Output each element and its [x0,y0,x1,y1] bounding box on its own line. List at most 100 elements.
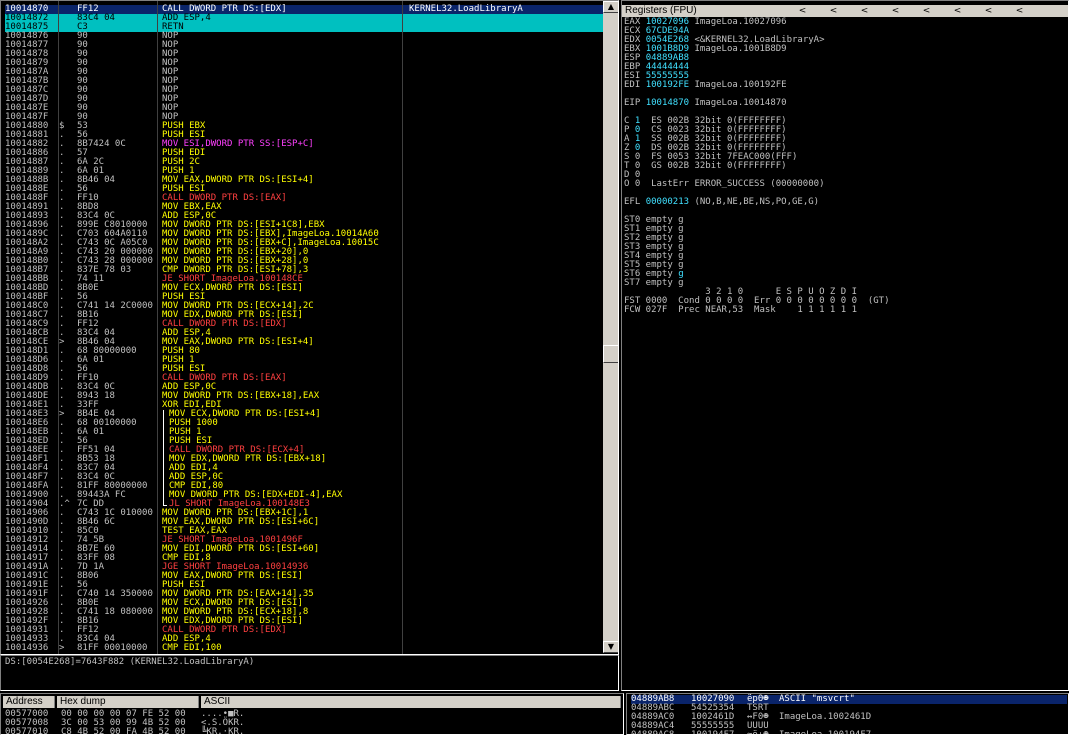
disasm-row[interactable]: 1001487C 90 NOP [5,86,603,95]
register-label: EDI [624,80,646,90]
stack-pane[interactable]: 04889AB8 10027090 ëpΘ☻ ASCII "msvcrt" 04889A… [626,693,1069,735]
stack-address: 04889AC8 [631,730,675,735]
register-line[interactable]: ST0 empty g [624,216,1064,225]
disasm-command: CMP EDI,100 [162,643,222,653]
loop-bracket [163,464,167,473]
disasm-address: 10014936 [5,643,49,653]
loop-bracket [163,437,167,446]
dump-header-address[interactable]: Address [3,696,55,708]
dump-listing[interactable]: 00577000 00 00 00 00 07 FE 52 00 ....•■R. 0… [5,710,605,735]
register-line[interactable]: ST2 empty g [624,234,1064,243]
register-value[interactable]: 00000213 [646,197,689,207]
dump-pane[interactable]: Address Hex dump ASCII 00577000 00 00 00 … [0,693,624,735]
scroll-thumb[interactable] [603,345,618,363]
register-line[interactable]: ST3 empty g [624,243,1064,252]
register-line[interactable]: O 0 LastErr ERROR_SUCCESS (00000000) [624,180,1064,189]
registers-pane[interactable]: Registers (FPU) < < < < < < < < EAX 10027096 Im… [621,0,1069,691]
register-comment: ImageLoa.10014870 [689,98,787,108]
register-comment: ImageLoa.10027096 [689,17,787,27]
dump-header-ascii[interactable]: ASCII [201,696,621,708]
register-nav-button[interactable]: < [852,6,877,17]
register-label: O 0 LastErr ERROR_SUCCESS (00000000) [624,179,825,189]
dump-address: 00577010 [5,727,49,735]
disasm-row[interactable]: 10014872 83C4 04 ADD ESP,4 [5,14,603,23]
loop-bracket [163,491,167,500]
info-line: DS:[0054E268]=7643F882 (KERNEL32.LoadLib… [5,657,255,667]
register-comment: (NO,B,NE,BE,NS,PO,GE,G) [689,197,820,207]
stack-comment: ImageLoa.100194F7 [779,730,872,735]
register-line[interactable]: ST5 empty g [624,261,1064,270]
register-nav-button[interactable]: < [883,6,908,17]
stack-ascii: ≈ö↓☻ [747,730,769,735]
disasm-scrollbar[interactable]: ▲ ▼ [603,1,618,653]
loop-bracket [163,482,167,491]
register-line[interactable]: ST6 empty g [624,270,1064,279]
disasm-row[interactable]: 1001491C. 8B06 MOV EAX,DWORD PTR DS:[ESI] [5,572,603,581]
register-value[interactable]: 100192FE [646,80,689,90]
disasm-row[interactable]: 1001487F 90 NOP [5,113,603,122]
disasm-row[interactable]: 10014936 >81FF 00010000 CMP EDI,100 [5,644,603,653]
register-label: EIP [624,98,646,108]
register-label: T 0 GS 002B 32bit 0(FFFFFFFF) [624,161,787,171]
register-line[interactable] [624,207,1064,216]
disasm-comment: KERNEL32.LoadLibraryA [409,4,523,14]
disasm-row[interactable]: 10014877 90 NOP [5,41,603,50]
register-line[interactable]: EAX 10027096 ImageLoa.10027096 [624,18,1064,27]
register-line[interactable]: EBP 44444444 [624,63,1064,72]
stack-row[interactable]: 04889AC8 100194F7 ≈ö↓☻ ImageLoa.100194F7 [631,731,1067,735]
register-comment: ImageLoa.1001B8D9 [689,44,787,54]
disasm-row[interactable]: 1001488B. 8B46 04 MOV EAX,DWORD PTR DS:[ES… [5,176,603,185]
register-label: FCW 027F Prec NEAR,53 Mask 1 1 1 1 1 1 [624,305,857,315]
disasm-row[interactable]: 10014882. 8B7424 0C MOV ESI,DWORD PTR SS:[… [5,140,603,149]
register-line[interactable]: ESP 04889AB8 [624,54,1064,63]
register-value[interactable]: 10014870 [646,98,689,108]
register-line[interactable]: EIP 10014870 ImageLoa.10014870 [624,99,1064,108]
disasm-row[interactable]: 10014878 90 NOP [5,50,603,59]
register-nav-button[interactable]: < [821,6,846,17]
loop-bracket [163,410,167,419]
register-nav-button[interactable]: < [1007,6,1032,17]
register-comment: ImageLoa.100192FE [689,80,787,90]
register-line[interactable]: ST1 empty g [624,225,1064,234]
disasm-row[interactable]: 100148D6. 6A 01 PUSH 1 [5,356,603,365]
stack-listing[interactable]: 04889AB8 10027090 ëpΘ☻ ASCII "msvcrt" 04889A… [631,694,1067,735]
disassembly-listing[interactable]: 10014870 FF12 CALL DWORD PTR DS:[EDX] KERNE… [5,5,603,653]
register-line[interactable]: EDI 100192FE ImageLoa.100192FE [624,81,1064,90]
disasm-row[interactable]: 100148BD. 8B0E MOV ECX,DWORD PTR DS:[ESI] [5,284,603,293]
disasm-row[interactable]: 1001487A 90 NOP [5,68,603,77]
stack-comment: ImageLoa.1002461D [779,712,872,722]
loop-bracket [163,500,167,506]
register-list[interactable]: EAX 10027096 ImageLoa.10027096 ECX 67CDE9… [624,18,1064,315]
disasm-row[interactable]: 10014875 C3 RETN [5,23,603,32]
disasm-row[interactable]: 1001487E 90 NOP [5,104,603,113]
dump-ascii: ╚KR.·KR. [201,727,245,735]
disasm-row[interactable]: 1001487B 90 NOP [5,77,603,86]
stack-comment: ASCII "msvcrt" [779,694,855,704]
disasm-hex: 81FF 00010000 [77,643,148,653]
disasm-row[interactable]: 1001487D 90 NOP [5,95,603,104]
scroll-up-button[interactable]: ▲ [603,1,618,13]
disasm-row[interactable]: 100148EB. 6A 01 PUSH 1 [5,428,603,437]
loop-bracket [163,473,167,482]
register-line[interactable]: EFL 00000213 (NO,B,NE,BE,NS,PO,GE,G) [624,198,1064,207]
dump-row[interactable]: 00577010 C8 4B 52 00 FA 4B 52 00 ╚KR.·KR. [5,728,605,735]
scroll-down-button[interactable]: ▼ [603,641,618,653]
register-nav-button[interactable]: < [790,6,815,17]
register-nav-button[interactable]: < [976,6,1001,17]
register-line[interactable]: ST4 empty g [624,252,1064,261]
loop-bracket [163,419,167,428]
disasm-row[interactable]: 10014880 $53 PUSH EBX [5,122,603,131]
register-line[interactable]: FCW 027F Prec NEAR,53 Mask 1 1 1 1 1 1 [624,306,1064,315]
loop-bracket [163,455,167,464]
disasm-row[interactable]: 10014879 90 NOP [5,59,603,68]
dump-hex: C8 4B 52 00 FA 4B 52 00 [61,727,186,735]
info-pane: DS:[0054E268]=7643F882 (KERNEL32.LoadLib… [0,655,619,691]
dump-header-hex[interactable]: Hex dump [57,696,199,708]
register-nav-button[interactable]: < [914,6,939,17]
disassembler-pane[interactable]: 10014870 FF12 CALL DWORD PTR DS:[EDX] KERNE… [0,0,619,655]
register-line[interactable]: T 0 GS 002B 32bit 0(FFFFFFFF) [624,162,1064,171]
loop-bracket [163,428,167,437]
register-nav-button[interactable]: < [945,6,970,17]
disasm-row[interactable]: 10014876 90 NOP [5,32,603,41]
register-line[interactable]: EBX 1001B8D9 ImageLoa.1001B8D9 [624,45,1064,54]
